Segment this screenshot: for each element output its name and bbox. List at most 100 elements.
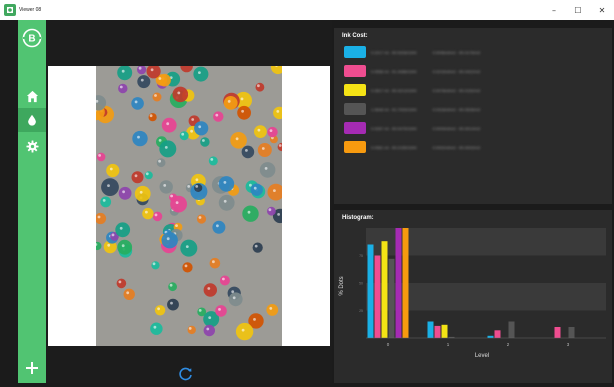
marble xyxy=(194,121,209,136)
marble xyxy=(168,282,177,292)
marble xyxy=(213,111,224,122)
marble xyxy=(182,262,193,273)
histogram-bar xyxy=(395,228,402,338)
ink-amount: 0.0558 ml - €1.4088/1000 xyxy=(371,68,417,74)
marble xyxy=(242,205,259,222)
marble xyxy=(154,305,166,316)
marble xyxy=(212,220,226,234)
ink-cost-panel: Ink Cost: 0.2217 ml - €0.5328/1000 0.009… xyxy=(334,28,612,204)
marble xyxy=(200,137,210,147)
marble xyxy=(228,292,243,307)
marble xyxy=(196,214,207,224)
marble xyxy=(116,278,127,289)
image-canvas[interactable] xyxy=(48,66,330,346)
x-axis-label: Level xyxy=(475,353,489,359)
marble xyxy=(254,125,267,138)
refresh-icon xyxy=(179,367,192,381)
marble xyxy=(142,207,154,220)
x-tick-label: 3 xyxy=(567,342,570,347)
y-tick-label: 50 xyxy=(359,282,363,286)
close-button[interactable]: ✕ xyxy=(590,0,614,20)
marble xyxy=(241,145,255,159)
histogram-bar xyxy=(427,321,434,338)
ink-row-yellow: 0.2817 ml - €0.4213/1000 0.0078ml/m2 - €… xyxy=(344,84,604,96)
add-button[interactable] xyxy=(18,354,46,382)
refresh-button[interactable] xyxy=(178,366,194,382)
marble xyxy=(267,183,282,201)
ink-swatch xyxy=(344,103,366,115)
marble xyxy=(218,176,235,192)
sidebar-item-settings[interactable] xyxy=(18,134,46,158)
x-tick-label: 0 xyxy=(387,342,390,347)
histogram-bar xyxy=(508,321,515,338)
marble xyxy=(273,106,282,120)
window-title: Viewer 08 xyxy=(19,7,42,13)
marble xyxy=(203,283,217,297)
ink-amount: 0.0981 ml - €0.2155/1000 xyxy=(371,144,417,150)
maximize-button[interactable]: ☐ xyxy=(566,0,590,20)
marble xyxy=(270,66,282,75)
histogram-panel: Histogram: 25 50 75 0 1 2 3 % Dots Level xyxy=(334,210,612,383)
marble xyxy=(131,97,144,110)
marble xyxy=(118,186,132,200)
ink-amount: 0.2217 ml - €0.5328/1000 xyxy=(371,49,417,55)
logo: B xyxy=(22,28,42,48)
marble xyxy=(159,180,173,194)
ink-per-area: 0.0078ml/m2 - €0.0152/m2 xyxy=(432,87,481,93)
histogram-bar xyxy=(374,255,381,338)
marble xyxy=(172,86,189,103)
grid-band xyxy=(366,283,606,311)
y-tick-label: 25 xyxy=(359,309,363,313)
marble xyxy=(115,222,131,238)
minimize-button[interactable]: – xyxy=(542,0,566,20)
marble xyxy=(170,195,187,213)
marble xyxy=(117,239,133,255)
sidebar-item-ink[interactable] xyxy=(18,108,46,132)
x-tick-label: 1 xyxy=(447,342,450,347)
marble xyxy=(180,239,198,257)
marble xyxy=(152,211,163,222)
marble xyxy=(96,152,106,162)
marble xyxy=(235,322,254,341)
sidebar-item-home[interactable] xyxy=(18,84,46,108)
plus-icon xyxy=(26,362,38,374)
marble xyxy=(117,66,133,81)
marble xyxy=(137,75,151,89)
marble xyxy=(187,325,196,335)
marble xyxy=(215,305,227,317)
histogram-bar xyxy=(434,325,441,338)
ink-per-area: 0.0318ml/m2 - €0.0528/m2 xyxy=(432,106,481,112)
marble xyxy=(209,257,221,269)
marble xyxy=(96,212,107,225)
marble xyxy=(267,206,276,216)
marble xyxy=(134,185,151,202)
ink-row-black: 1.0648 ml - €1.7933/1000 0.0318ml/m2 - €… xyxy=(344,103,604,115)
marble xyxy=(277,142,282,152)
ink-per-area: 0.0009ml/m2 - €0.0014/m2 xyxy=(432,125,481,131)
sidebar: B xyxy=(18,20,46,383)
histogram-bar xyxy=(388,258,395,338)
grid-band xyxy=(366,228,606,256)
ink-swatch xyxy=(344,141,366,153)
marble xyxy=(132,130,148,147)
marble xyxy=(259,162,276,178)
marble xyxy=(152,92,162,102)
ink-row-magenta: 0.0558 ml - €1.4088/1000 0.0215ml/m2 - €… xyxy=(344,65,604,77)
histogram-bar xyxy=(554,327,561,338)
marble xyxy=(219,275,230,286)
app-icon xyxy=(4,4,16,16)
logo-letter: B xyxy=(28,34,35,45)
ink-row-violet: 0.0287 ml - €0.0475/1000 0.0009ml/m2 - €… xyxy=(344,122,604,134)
x-tick-label: 2 xyxy=(507,342,510,347)
marble xyxy=(137,66,147,75)
marble xyxy=(250,183,263,196)
marble xyxy=(159,140,177,158)
histogram-bar xyxy=(381,241,388,338)
ink-cost-title: Ink Cost: xyxy=(342,33,368,39)
marble xyxy=(203,324,215,337)
y-tick-label: 75 xyxy=(359,254,363,258)
histogram-chart: 25 50 75 0 1 2 3 % Dots Level xyxy=(339,228,606,359)
droplet-icon xyxy=(28,114,36,126)
marble xyxy=(118,83,128,94)
marble xyxy=(101,178,119,196)
